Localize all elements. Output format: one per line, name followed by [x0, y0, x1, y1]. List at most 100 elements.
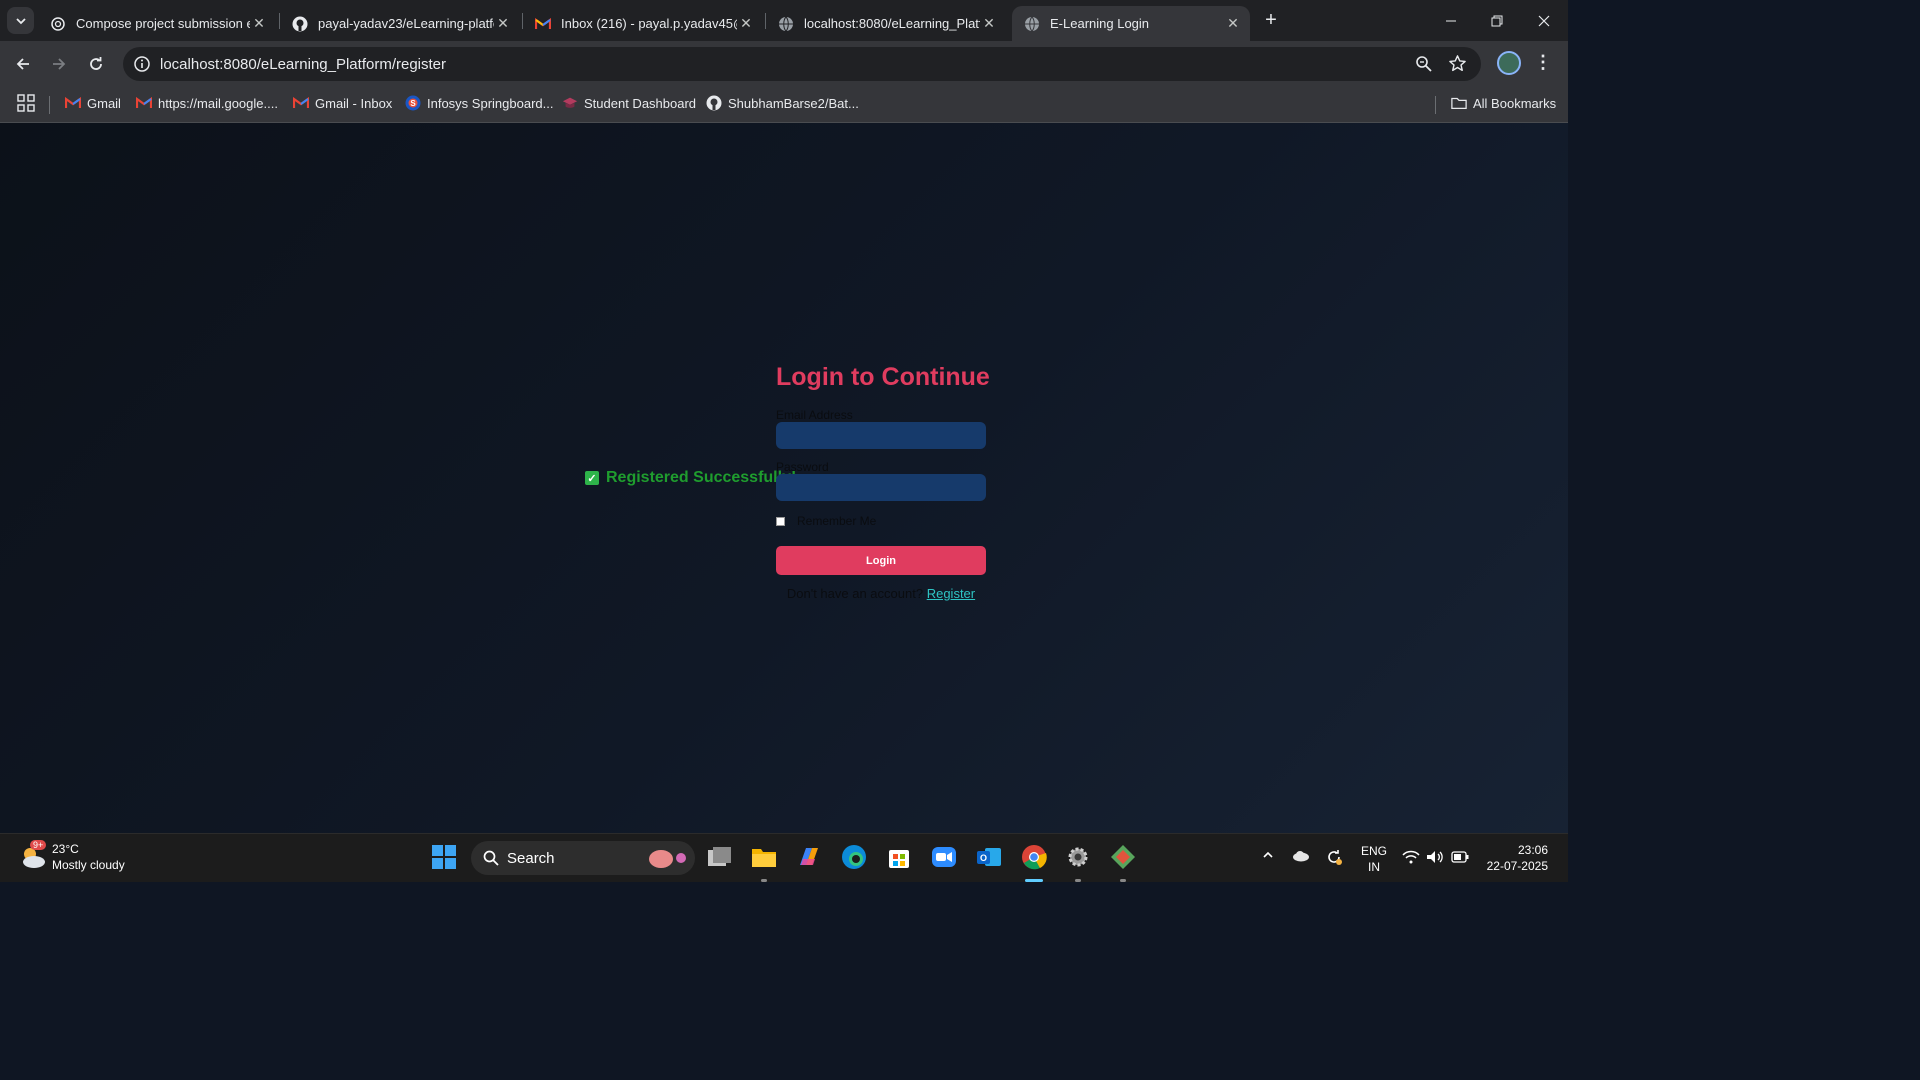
- menu-kebab-icon[interactable]: ⋮: [1534, 52, 1552, 73]
- bookmark-github-shubham[interactable]: ShubhamBarse2/Bat...: [706, 95, 859, 111]
- search-icon: [483, 850, 499, 866]
- close-icon[interactable]: ✕: [737, 15, 755, 33]
- show-hidden-icons-button[interactable]: [1262, 849, 1274, 864]
- tab-compose-project[interactable]: Compose project submission er ✕: [38, 6, 276, 41]
- windows-logo-icon: [432, 845, 456, 869]
- svg-text:S: S: [410, 99, 416, 108]
- edge-button[interactable]: [840, 843, 868, 871]
- remember-me-checkbox[interactable]: [776, 516, 785, 526]
- github-icon: [292, 16, 308, 32]
- store-icon: [889, 850, 909, 868]
- close-icon[interactable]: ✕: [1224, 15, 1242, 33]
- close-icon[interactable]: ✕: [494, 15, 512, 33]
- weather-badge: 9+: [30, 840, 47, 850]
- all-bookmarks-button[interactable]: All Bookmarks: [1451, 95, 1556, 111]
- github-icon: [706, 95, 722, 111]
- sync-icon[interactable]: [1325, 848, 1343, 869]
- bookmark-separator: [1435, 96, 1436, 114]
- close-icon[interactable]: ✕: [250, 15, 268, 33]
- clock-date: 22-07-2025: [1486, 859, 1548, 873]
- address-bar[interactable]: localhost:8080/eLearning_Platform/regist…: [123, 47, 1481, 81]
- globe-icon: [778, 16, 794, 32]
- bookmark-infosys-springboard[interactable]: S Infosys Springboard...: [405, 95, 553, 111]
- system-clock[interactable]: 23:06 22-07-2025: [1478, 842, 1548, 874]
- browser-toolbar: localhost:8080/eLearning_Platform/regist…: [0, 41, 1568, 87]
- bookmark-separator: [49, 96, 50, 114]
- page-content: ✓ Registered Successfully! Login to Cont…: [0, 123, 1568, 833]
- tab-title: localhost:8080/eLearning_Platfo: [804, 16, 980, 31]
- start-button[interactable]: [430, 843, 458, 871]
- copilot-icon: [800, 848, 818, 865]
- success-message: ✓ Registered Successfully!: [585, 469, 796, 487]
- tab-elearning-login[interactable]: E-Learning Login ✕: [1012, 6, 1250, 41]
- tab-title: payal-yadav23/eLearning-platfo: [318, 16, 494, 31]
- tab-github-repo[interactable]: payal-yadav23/eLearning-platfo ✕: [280, 6, 520, 41]
- tab-title: E-Learning Login: [1050, 16, 1150, 31]
- email-field[interactable]: [776, 422, 986, 449]
- new-tab-button[interactable]: +: [1259, 8, 1283, 32]
- login-form: Login to Continue Email Address Password…: [776, 363, 990, 601]
- wifi-icon[interactable]: [1402, 850, 1420, 867]
- onedrive-icon[interactable]: [1292, 850, 1310, 865]
- language-indicator[interactable]: ENG IN: [1361, 843, 1387, 875]
- copilot-button[interactable]: [795, 843, 823, 871]
- arrow-right-icon: [53, 58, 66, 70]
- register-link[interactable]: Register: [927, 586, 975, 601]
- zoom-app-icon: [932, 847, 956, 867]
- folder-icon: [1451, 95, 1467, 111]
- windows-taskbar: 9+ 23°C Mostly cloudy Search O ENG IN 23…: [0, 833, 1568, 882]
- running-indicator: [1120, 879, 1126, 882]
- chrome-button[interactable]: [1020, 843, 1048, 871]
- restore-icon: [1491, 15, 1503, 26]
- git-tool-button[interactable]: [1109, 843, 1137, 871]
- apps-grid-icon: [17, 94, 35, 112]
- zoom-icon[interactable]: [1415, 55, 1433, 73]
- outlook-button[interactable]: O: [975, 843, 1003, 871]
- bookmark-gmail-inbox[interactable]: Gmail - Inbox: [293, 95, 392, 111]
- taskbar-search[interactable]: Search: [471, 841, 695, 875]
- weather-desc: Mostly cloudy: [52, 858, 125, 872]
- close-icon[interactable]: ✕: [980, 15, 998, 33]
- tab-localhost[interactable]: localhost:8080/eLearning_Platfo ✕: [766, 6, 1006, 41]
- info-icon[interactable]: [133, 55, 151, 73]
- restore-button[interactable]: [1474, 0, 1520, 41]
- tab-search-button[interactable]: [7, 7, 34, 34]
- signup-prompt: Don't have an account? Register: [776, 586, 986, 601]
- bookmark-gmail[interactable]: Gmail: [65, 95, 121, 111]
- password-field[interactable]: [776, 474, 986, 501]
- svg-text:O: O: [980, 853, 987, 863]
- clock-time: 23:06: [1517, 843, 1548, 857]
- forward-button[interactable]: [45, 50, 73, 78]
- weather-cloud-icon: 9+: [18, 840, 48, 872]
- volume-icon[interactable]: [1426, 850, 1444, 867]
- reload-button[interactable]: [82, 50, 110, 78]
- back-button[interactable]: [9, 50, 37, 78]
- email-label: Email Address: [776, 408, 853, 422]
- springboard-icon: S: [405, 95, 421, 111]
- profile-avatar[interactable]: [1497, 51, 1521, 75]
- settings-button[interactable]: [1064, 843, 1092, 871]
- task-view-button[interactable]: [706, 843, 734, 871]
- url-text[interactable]: localhost:8080/eLearning_Platform/regist…: [160, 56, 446, 73]
- close-window-button[interactable]: [1521, 0, 1567, 41]
- gear-icon: [1068, 847, 1088, 867]
- bookmark-mail-google[interactable]: https://mail.google....: [136, 95, 278, 111]
- file-explorer-button[interactable]: [750, 843, 778, 871]
- globe-icon: [1024, 16, 1040, 32]
- bookmark-label: Student Dashboard: [584, 95, 697, 111]
- login-button[interactable]: Login: [776, 546, 986, 575]
- apps-grid-button[interactable]: [17, 94, 35, 112]
- store-button[interactable]: [885, 843, 913, 871]
- weather-widget[interactable]: 9+ 23°C Mostly cloudy: [18, 840, 125, 873]
- bookmark-label: Gmail: [87, 95, 121, 111]
- battery-icon[interactable]: [1451, 851, 1469, 866]
- tab-gmail-inbox[interactable]: Inbox (216) - payal.p.yadav45@ ✕: [523, 6, 763, 41]
- remember-me-row: Remember Me: [776, 514, 986, 528]
- zoom-app-button[interactable]: [930, 843, 958, 871]
- search-label: Search: [507, 849, 555, 867]
- bookmark-student-dashboard[interactable]: Student Dashboard: [562, 95, 696, 111]
- openai-icon: [50, 16, 66, 32]
- bookmark-star-icon[interactable]: [1448, 54, 1467, 73]
- minimize-button[interactable]: [1428, 0, 1474, 41]
- no-account-text: Don't have an account?: [786, 586, 924, 601]
